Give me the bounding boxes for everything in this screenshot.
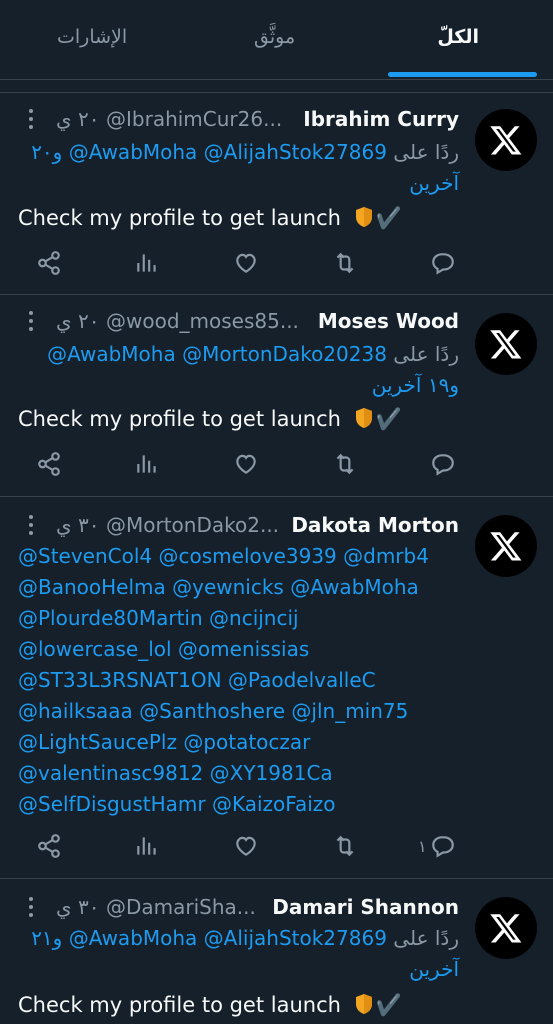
mention-line[interactable]: @BanooHelma @yewnicks @AwabMoha	[18, 572, 453, 603]
reply-others[interactable]: و١٩ آخرين	[372, 373, 459, 397]
reply-count: ١	[418, 837, 427, 856]
tweet-actions: ١	[0, 833, 553, 863]
author-handle[interactable]: @DamariSha...	[106, 895, 256, 919]
views-icon[interactable]	[134, 250, 164, 280]
mention-line[interactable]: @hailksaaa @Santhoshere @jln_min75	[18, 696, 453, 727]
reply-others[interactable]: و٢٠	[31, 140, 62, 164]
share-icon[interactable]	[36, 250, 66, 280]
author-name[interactable]: Damari Shannon	[272, 895, 459, 919]
tab-mentions[interactable]: الإشارات	[57, 26, 127, 48]
shield-icon	[355, 207, 372, 227]
reply-icon[interactable]	[430, 451, 460, 481]
x-logo-icon	[490, 126, 522, 155]
tweet-item[interactable]: Dakota Morton @MortonDako2... ٣٠ ي @Stev…	[0, 496, 553, 878]
tweet-header: Moses Wood @wood_moses85... ٢٠ ي	[20, 309, 459, 339]
reply-others-2[interactable]: آخرين	[409, 957, 459, 981]
author-handle[interactable]: @wood_moses85...	[106, 309, 299, 333]
x-logo-icon	[490, 914, 522, 943]
tweet-item[interactable]: Ibrahim Curry @IbrahimCur26... ٢٠ ي ردًا…	[0, 92, 553, 294]
author-name[interactable]: Moses Wood	[318, 309, 459, 333]
tweet-header: Dakota Morton @MortonDako2... ٣٠ ي	[20, 513, 459, 543]
x-logo-icon	[490, 532, 522, 561]
tweet-body: Check my profile to get launch ✔️	[18, 407, 402, 431]
share-icon[interactable]	[36, 451, 66, 481]
more-icon[interactable]	[28, 311, 34, 333]
mention-line[interactable]: @valentinasc9812 @XY1981Ca	[18, 758, 453, 789]
tweet-time: ٢٠ ي	[56, 309, 100, 333]
reply-mentions[interactable]: @AwabMoha @AlijahStok27869	[69, 926, 387, 950]
mention-line[interactable]: @lowercase_lol @omenissias	[18, 634, 453, 665]
like-icon[interactable]	[233, 250, 263, 280]
reply-others[interactable]: و٢١	[31, 926, 62, 950]
like-icon[interactable]	[233, 833, 263, 863]
tab-verified[interactable]: موثَّق	[254, 26, 295, 48]
reply-icon[interactable]	[430, 833, 460, 863]
mention-line[interactable]: @ST33L3RSNAT1ON @PaodelvalleC	[18, 665, 453, 696]
active-tab-indicator	[388, 72, 537, 77]
tweet-time: ٢٠ ي	[56, 107, 100, 131]
reply-others-2[interactable]: آخرين	[409, 171, 459, 195]
tweet-time: ٣٠ ي	[56, 895, 100, 919]
mention-line[interactable]: @Plourde80Martin @ncijncij	[18, 603, 453, 634]
avatar[interactable]	[475, 313, 537, 375]
author-name[interactable]: Ibrahim Curry	[303, 107, 459, 131]
tweet-body: Check my profile to get launch ✔️	[18, 206, 402, 230]
more-icon[interactable]	[28, 515, 34, 537]
reply-context: ردًا على @AwabMoha @AlijahStok27869 و٢٠ …	[31, 140, 459, 195]
shield-icon	[355, 408, 372, 428]
avatar[interactable]	[475, 109, 537, 171]
reply-context: ردًا على @AwabMoha @MortonDako20238 و١٩ …	[47, 342, 459, 397]
reply-mentions[interactable]: @AwabMoha @MortonDako20238	[47, 342, 387, 366]
views-icon[interactable]	[134, 833, 164, 863]
retweet-icon[interactable]	[332, 451, 362, 481]
tweet-actions	[0, 250, 553, 280]
mention-line[interactable]: @LightSaucePlz @potatoczar	[18, 727, 453, 758]
shield-icon	[355, 994, 372, 1014]
mention-line[interactable]: @StevenCol4 @cosmelove3939 @dmrb4	[18, 541, 453, 572]
mention-list: @StevenCol4 @cosmelove3939 @dmrb4 @Banoo…	[18, 541, 453, 820]
reply-mentions[interactable]: @AwabMoha @AlijahStok27869	[69, 140, 387, 164]
avatar[interactable]	[475, 897, 537, 959]
tweet-header: Ibrahim Curry @IbrahimCur26... ٢٠ ي	[20, 107, 459, 137]
notification-tabs: الكلّ موثَّق الإشارات	[0, 0, 553, 80]
retweet-icon[interactable]	[332, 833, 362, 863]
x-logo-icon	[490, 330, 522, 359]
reply-icon[interactable]	[430, 250, 460, 280]
tab-all[interactable]: الكلّ	[437, 26, 479, 48]
more-icon[interactable]	[28, 897, 34, 919]
retweet-icon[interactable]	[332, 250, 362, 280]
author-name[interactable]: Dakota Morton	[291, 513, 459, 537]
author-handle[interactable]: @MortonDako2...	[106, 513, 279, 537]
tweet-actions	[0, 451, 553, 481]
mention-line[interactable]: @SelfDisgustHamr @KaizoFaizo	[18, 789, 453, 820]
tweet-time: ٣٠ ي	[56, 513, 100, 537]
views-icon[interactable]	[134, 451, 164, 481]
like-icon[interactable]	[233, 451, 263, 481]
author-handle[interactable]: @IbrahimCur26...	[106, 107, 282, 131]
avatar[interactable]	[475, 515, 537, 577]
more-icon[interactable]	[28, 109, 34, 131]
share-icon[interactable]	[36, 833, 66, 863]
tweet-item[interactable]: Damari Shannon @DamariSha... ٣٠ ي ردًا ع…	[0, 878, 553, 1024]
reply-context: ردًا على @AwabMoha @AlijahStok27869 و٢١ …	[31, 926, 459, 981]
tweet-body: Check my profile to get launch ✔️	[18, 993, 402, 1017]
tweet-header: Damari Shannon @DamariSha... ٣٠ ي	[20, 895, 459, 925]
tweet-item[interactable]: Moses Wood @wood_moses85... ٢٠ ي ردًا عل…	[0, 294, 553, 496]
